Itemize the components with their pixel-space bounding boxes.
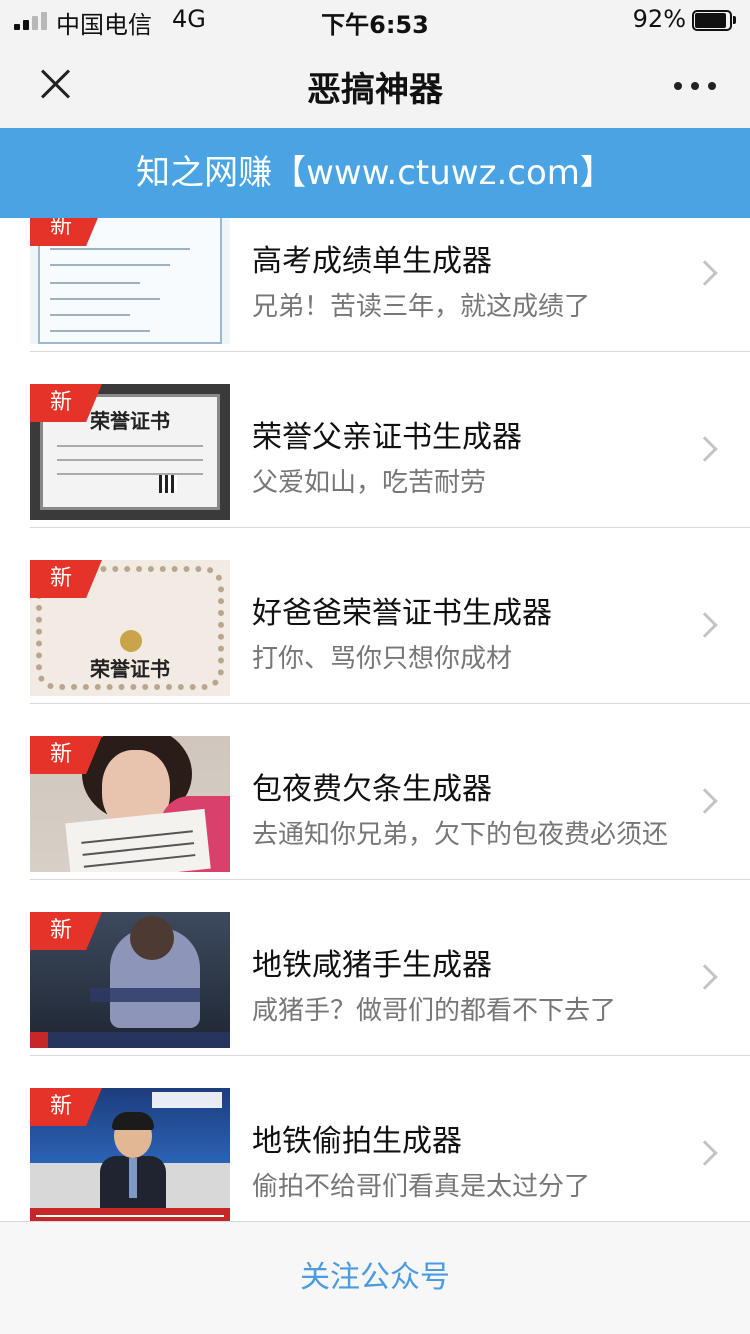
list-item[interactable]: 新 高考成绩单生成器 兄弟！苦读三年，就这成绩了 [0,218,750,352]
item-description: 打你、骂你只想你成材 [252,644,513,674]
item-thumbnail: 荣誉证书 新 [30,560,230,696]
promo-banner[interactable]: 知之网赚【www.ctuwz.com】 [0,128,750,218]
battery-percent: 92% [632,5,686,33]
generator-list[interactable]: 新 高考成绩单生成器 兄弟！苦读三年，就这成绩了 荣誉证书 新 荣誉父亲证书生成… [0,218,750,1221]
follow-account-button[interactable]: 关注公众号 [0,1221,750,1334]
list-item[interactable]: 荣誉证书 新 荣誉父亲证书生成器 父爱如山，吃苦耐劳 [0,352,750,528]
chevron-right-icon [692,260,718,286]
chevron-right-icon [692,1140,718,1166]
chevron-right-icon [692,964,718,990]
chevron-right-icon [692,788,718,814]
item-description: 兄弟！苦读三年，就这成绩了 [252,292,591,322]
item-title: 荣誉父亲证书生成器 [252,420,522,455]
item-thumbnail: 荣誉证书 新 [30,384,230,520]
list-item[interactable]: 荣誉证书 新 好爸爸荣誉证书生成器 打你、骂你只想你成材 [0,528,750,704]
battery-icon [692,10,736,31]
list-item[interactable]: 新 包夜费欠条生成器 去通知你兄弟，欠下的包夜费必须还 [0,704,750,880]
item-thumbnail: 新 [30,736,230,872]
chevron-right-icon [692,612,718,638]
item-description: 偷拍不给哥们看真是太过分了 [252,1172,591,1202]
item-description: 咸猪手？做哥们的都看不下去了 [252,996,617,1026]
thumbnail-caption: 荣誉证书 [90,657,170,681]
list-item[interactable]: 新 地铁咸猪手生成器 咸猪手？做哥们的都看不下去了 [0,880,750,1056]
item-thumbnail: 新 [30,912,230,1048]
status-bar: 中国电信 4G 下午6:53 92% [0,0,750,40]
item-thumbnail: 新 [30,1088,230,1221]
item-title: 包夜费欠条生成器 [252,772,492,807]
item-thumbnail: 新 [30,218,230,344]
list-item[interactable]: 新 地铁偷拍生成器 偷拍不给哥们看真是太过分了 [0,1056,750,1221]
item-title: 地铁偷拍生成器 [252,1124,462,1159]
item-title: 好爸爸荣誉证书生成器 [252,596,552,631]
item-description: 父爱如山，吃苦耐劳 [252,468,487,498]
chevron-right-icon [692,436,718,462]
page-title: 恶搞神器 [307,70,443,110]
item-title: 高考成绩单生成器 [252,244,492,279]
more-dots-icon[interactable] [670,62,720,106]
item-title: 地铁咸猪手生成器 [252,948,492,983]
item-description: 去通知你兄弟，欠下的包夜费必须还 [252,820,669,850]
nav-bar: 恶搞神器 [0,40,750,128]
